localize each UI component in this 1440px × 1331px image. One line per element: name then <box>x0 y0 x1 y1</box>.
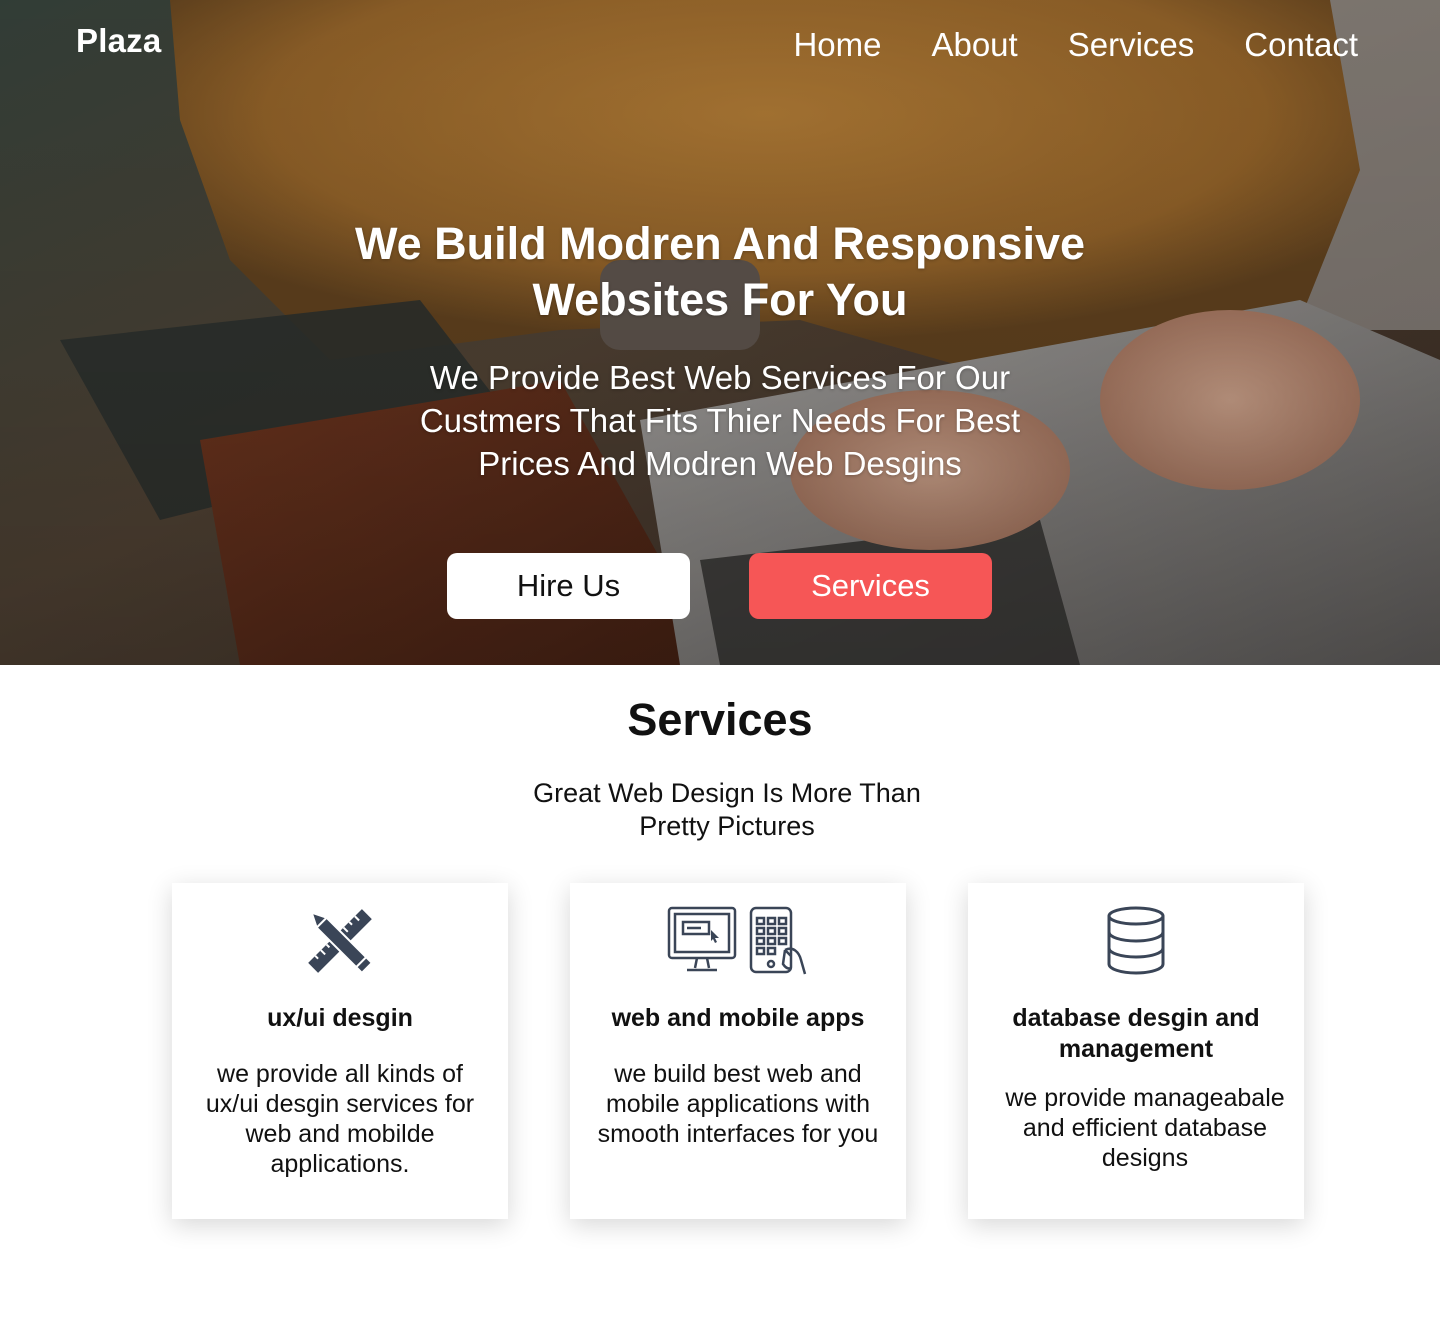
nav-home-link[interactable]: Home <box>793 26 881 64</box>
nav-contact-link[interactable]: Contact <box>1244 26 1358 64</box>
pencil-ruler-icon <box>172 905 508 977</box>
service-card-ux-ui: ux/ui desgin we provide all kinds of ux/… <box>172 883 508 1219</box>
service-card-database: database desgin and management we provid… <box>968 883 1304 1219</box>
services-title: Services <box>627 694 813 745</box>
services-subtitle: Great Web Design Is More Than Pretty Pic… <box>533 778 921 841</box>
hero-section: Plaza Home About Services Contact We Bui… <box>0 0 1440 665</box>
hero-overlay <box>0 0 1440 665</box>
card-title: ux/ui desgin <box>267 1004 413 1032</box>
card-description: we provide manageabale and efficient dat… <box>1005 1084 1285 1172</box>
hero-title: We Build Modren And Responsive Websites … <box>354 218 1086 325</box>
service-card-web-mobile: web and mobile apps we build best web an… <box>570 883 906 1219</box>
devices-icon <box>570 905 906 977</box>
card-description: we provide all kinds of ux/ui desgin ser… <box>205 1060 475 1178</box>
card-description: we build best web and mobile application… <box>597 1060 879 1148</box>
hire-us-button[interactable]: Hire Us <box>447 553 690 619</box>
nav-about-link[interactable]: About <box>931 26 1017 64</box>
card-title: web and mobile apps <box>611 1004 865 1032</box>
brand-logo[interactable]: Plaza <box>76 22 161 60</box>
main-nav: Home About Services Contact <box>793 26 1358 64</box>
database-icon <box>968 905 1304 977</box>
services-button[interactable]: Services <box>749 553 992 619</box>
card-title: database desgin and management <box>1012 1004 1260 1063</box>
nav-services-link[interactable]: Services <box>1068 26 1195 64</box>
hero-subtitle: We Provide Best Web Services For Our Cus… <box>419 359 1021 482</box>
